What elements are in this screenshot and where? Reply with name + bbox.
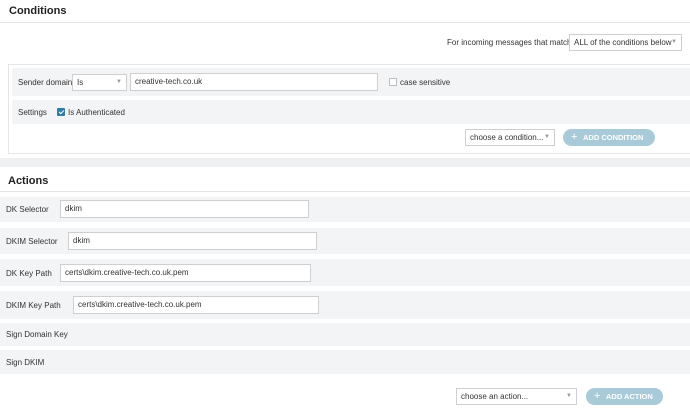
action-row-dkim-selector: DKIM Selector dkim (0, 228, 690, 254)
chevron-down-icon: ▼ (544, 134, 550, 140)
action-row-dk-selector: DK Selector dkim (0, 197, 690, 222)
dk-selector-label: DK Selector (6, 205, 49, 214)
sender-domain-operator-select[interactable]: Is ▼ (72, 74, 127, 91)
choose-action-select[interactable]: choose an action... ▼ (456, 388, 577, 405)
action-row-dkim-key-path: DKIM Key Path certs\dkim.creative-tech.c… (0, 291, 690, 319)
match-select-value: ALL of the conditions below (574, 38, 672, 47)
is-authenticated-checkbox[interactable] (57, 108, 65, 116)
operator-value: Is (77, 78, 84, 87)
case-sensitive-checkbox[interactable] (389, 78, 397, 86)
actions-divider (0, 191, 690, 192)
action-row-sign-dkim: Sign DKIM (0, 350, 690, 374)
dkim-selector-input[interactable]: dkim (68, 232, 317, 250)
sender-domain-label: Sender domain (18, 78, 73, 87)
add-action-label: ADD ACTION (606, 392, 653, 401)
conditions-title: Conditions (9, 5, 67, 17)
sender-domain-input[interactable]: creative-tech.co.uk (130, 73, 378, 91)
chevron-down-icon: ▼ (566, 393, 572, 399)
add-condition-button[interactable]: + ADD CONDITION (563, 129, 655, 146)
sign-domain-key-label: Sign Domain Key (6, 330, 68, 339)
case-sensitive-label: case sensitive (400, 78, 451, 87)
plus-icon: + (571, 131, 578, 143)
choose-condition-placeholder: choose a condition... (470, 133, 544, 142)
settings-label: Settings (18, 108, 47, 117)
condition-row-settings: Settings Is Authenticated (12, 100, 690, 124)
dkim-key-path-input[interactable]: certs\dkim.creative-tech.co.uk.pem (73, 296, 319, 314)
sign-dkim-label: Sign DKIM (6, 358, 45, 367)
match-label: For incoming messages that match (447, 38, 572, 47)
dk-key-path-label: DK Key Path (6, 269, 52, 278)
chevron-down-icon: ▼ (116, 79, 122, 85)
plus-icon: + (594, 390, 601, 402)
choose-condition-select[interactable]: choose a condition... ▼ (465, 129, 555, 146)
match-select[interactable]: ALL of the conditions below ▼ (569, 34, 682, 51)
is-authenticated-label: Is Authenticated (68, 108, 125, 117)
actions-title: Actions (8, 175, 49, 187)
action-row-sign-domain-key: Sign Domain Key (0, 323, 690, 346)
dk-key-path-input[interactable]: certs\dkim.creative-tech.co.uk.pem (60, 264, 311, 282)
condition-row-sender-domain: Sender domain Is ▼ creative-tech.co.uk c… (12, 68, 690, 96)
dkim-key-path-label: DKIM Key Path (6, 301, 61, 310)
add-condition-label: ADD CONDITION (583, 133, 644, 142)
action-row-dk-key-path: DK Key Path certs\dkim.creative-tech.co.… (0, 259, 690, 286)
chevron-down-icon: ▼ (671, 39, 677, 45)
choose-action-placeholder: choose an action... (461, 392, 529, 401)
section-separator (0, 158, 690, 167)
dk-selector-input[interactable]: dkim (60, 200, 309, 218)
dkim-selector-label: DKIM Selector (6, 237, 58, 246)
conditions-divider (0, 22, 690, 23)
add-action-button[interactable]: + ADD ACTION (586, 388, 663, 405)
